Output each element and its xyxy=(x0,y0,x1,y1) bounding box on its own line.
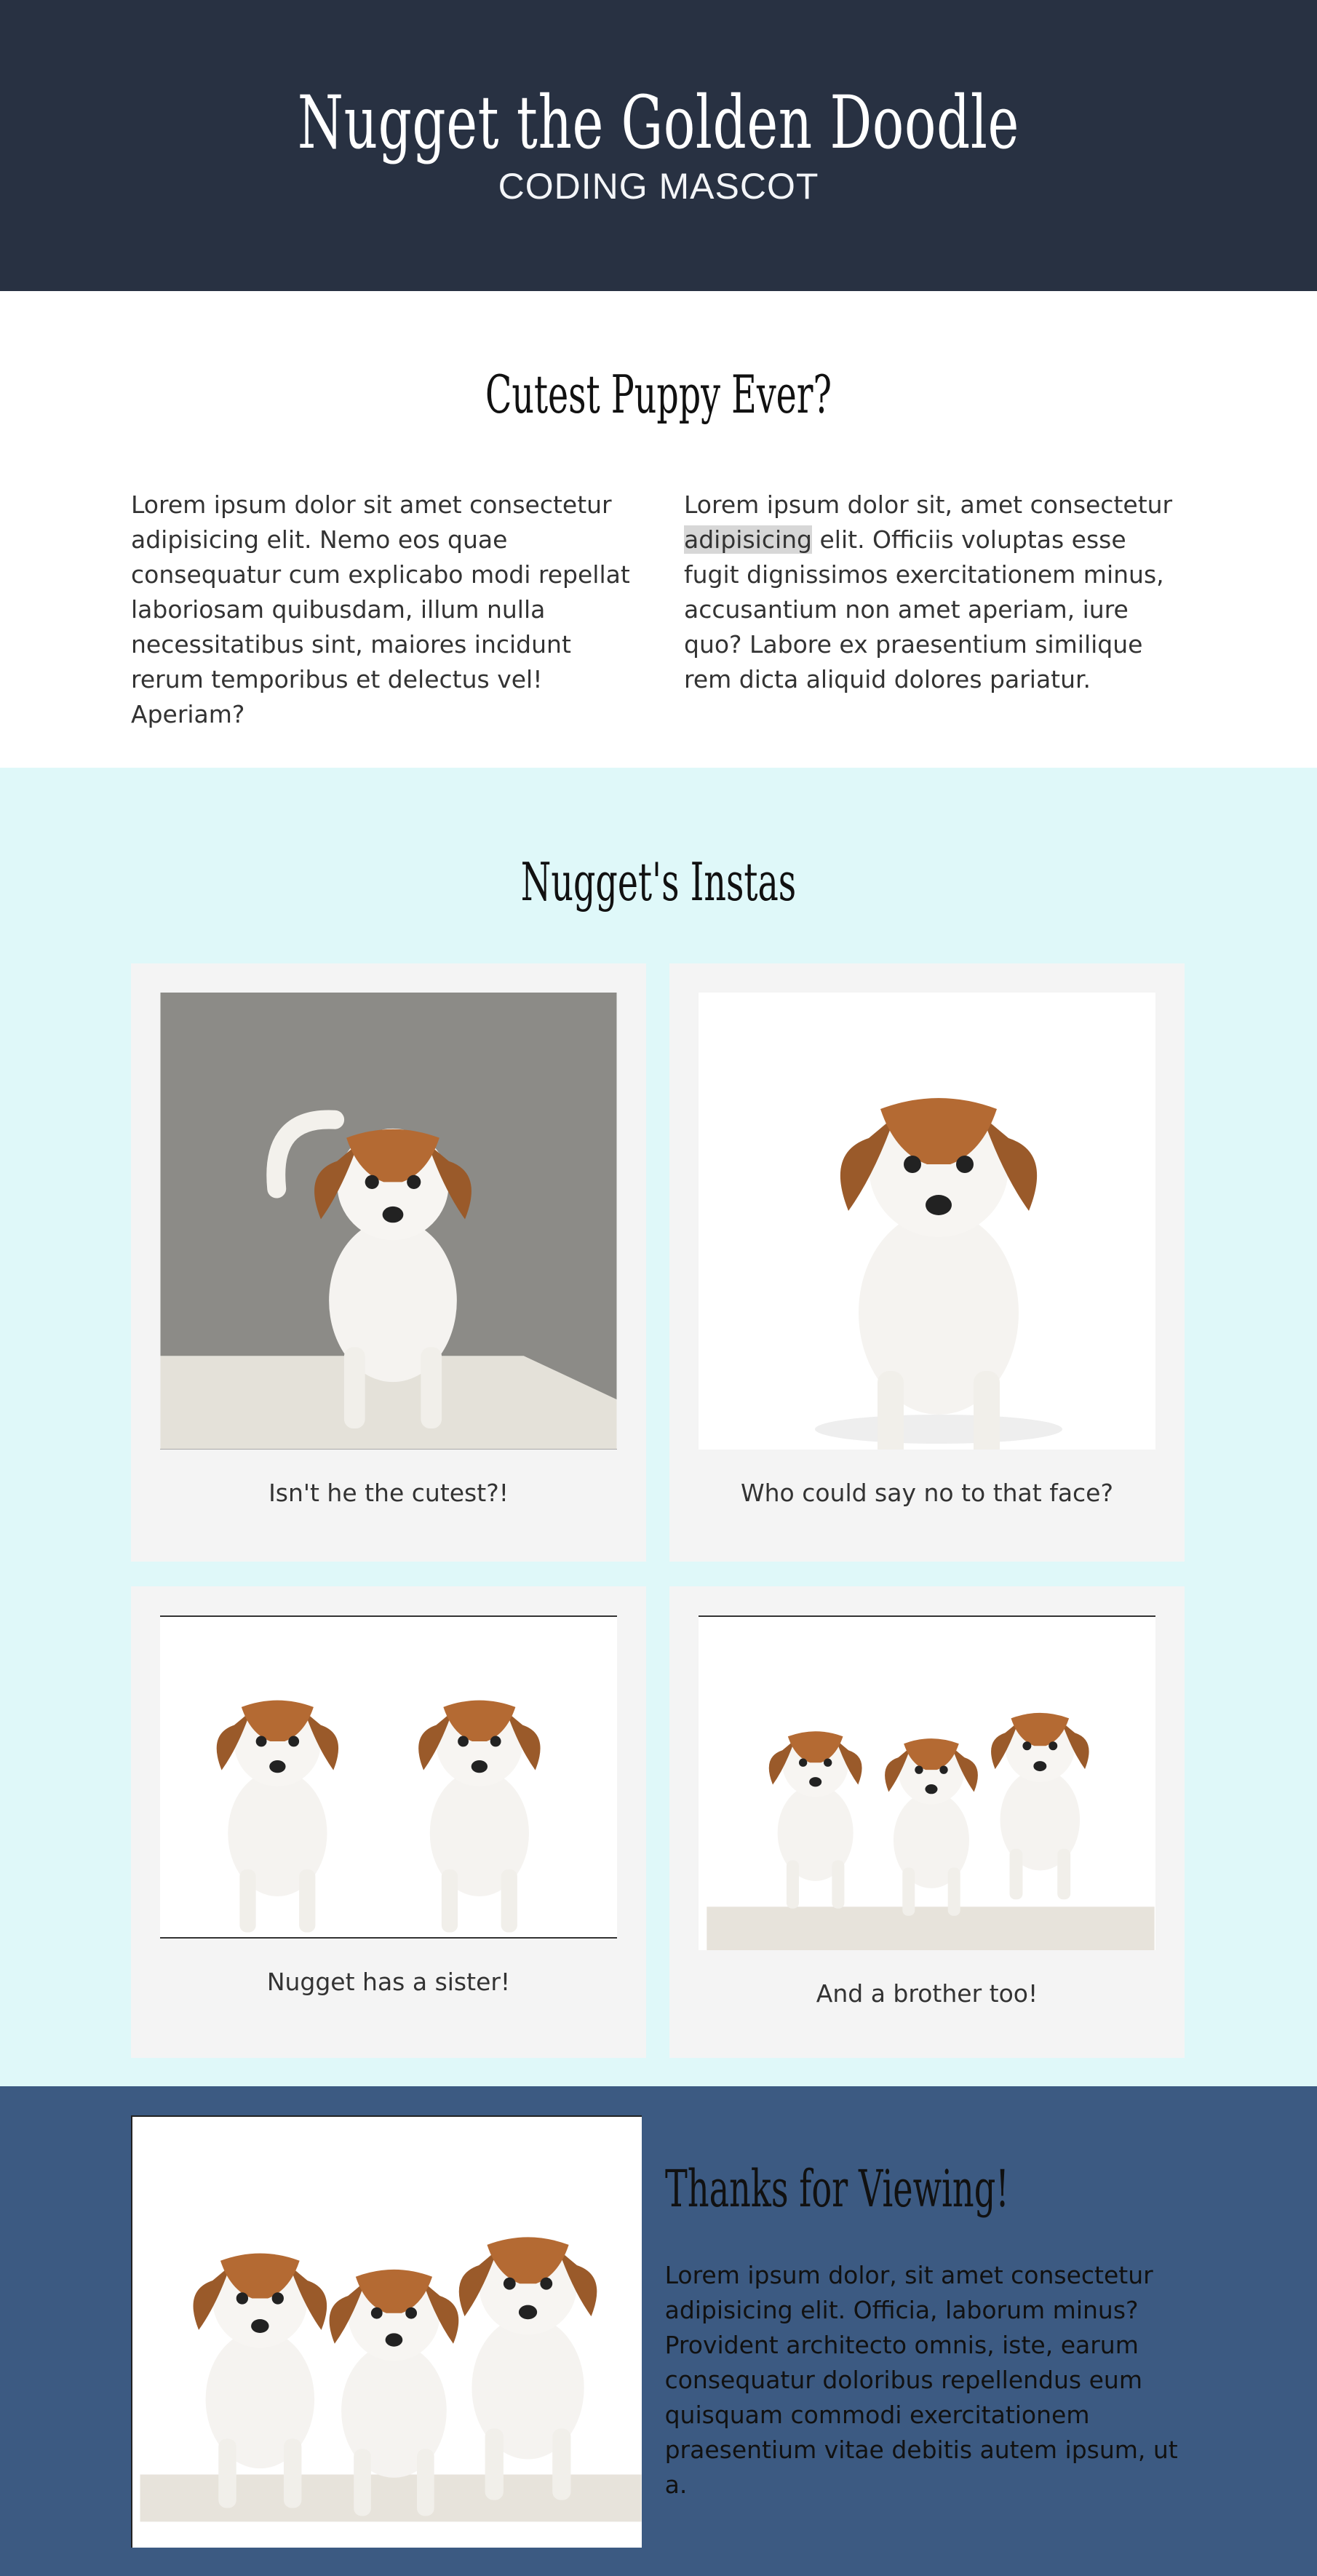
instas-heading: Nugget's Instas xyxy=(520,851,797,913)
insta-card: Who could say no to that face? xyxy=(669,963,1185,1562)
page-title: Nugget the Golden Doodle xyxy=(297,79,1020,165)
intro-paragraph-right: Lorem ipsum dolor sit, amet consectetur … xyxy=(684,488,1186,732)
insta-caption: Isn't he the cutest?! xyxy=(268,1479,509,1507)
footer-heading: Thanks for Viewing! xyxy=(664,2159,1009,2219)
footer-paragraph: Lorem ipsum dolor, sit amet consectetur … xyxy=(664,2261,1178,2499)
highlighted-text[interactable]: adipisicing xyxy=(684,525,812,554)
insta-caption: And a brother too! xyxy=(816,1979,1038,2008)
insta-card: Isn't he the cutest?! xyxy=(131,963,646,1562)
instas-section: Nugget's Instas Isn't he the cutest?! Wh… xyxy=(0,768,1317,2086)
intro-columns: Lorem ipsum dolor sit amet consectetur a… xyxy=(0,488,1317,732)
page-header: Nugget the Golden Doodle CODING MASCOT xyxy=(0,0,1317,291)
puppy-photo-sitting xyxy=(699,993,1155,1450)
intro-heading: Cutest Puppy Ever? xyxy=(485,364,832,425)
footer-text: Thanks for Viewing! Lorem ipsum dolor, s… xyxy=(665,2115,1186,2576)
puppy-photo-pair xyxy=(160,1615,617,1939)
instas-grid: Isn't he the cutest?! Who could say no t… xyxy=(0,963,1317,2058)
insta-caption: Nugget has a sister! xyxy=(266,1968,511,1996)
insta-caption: Who could say no to that face? xyxy=(740,1479,1114,1507)
intro-paragraph-left: Lorem ipsum dolor sit amet consectetur a… xyxy=(131,490,630,728)
puppy-photo-standing xyxy=(160,993,617,1450)
insta-card: Nugget has a sister! xyxy=(131,1586,646,2058)
insta-card: And a brother too! xyxy=(669,1586,1185,2058)
puppies-footer-photo xyxy=(131,2115,642,2548)
page-subtitle: CODING MASCOT xyxy=(498,165,819,207)
footer-section: Thanks for Viewing! Lorem ipsum dolor, s… xyxy=(0,2086,1317,2576)
intro-text-part: Lorem ipsum dolor sit, amet consectetur xyxy=(684,490,1173,519)
intro-section: Cutest Puppy Ever? Lorem ipsum dolor sit… xyxy=(0,291,1317,768)
puppy-photo-trio xyxy=(699,1615,1155,1950)
